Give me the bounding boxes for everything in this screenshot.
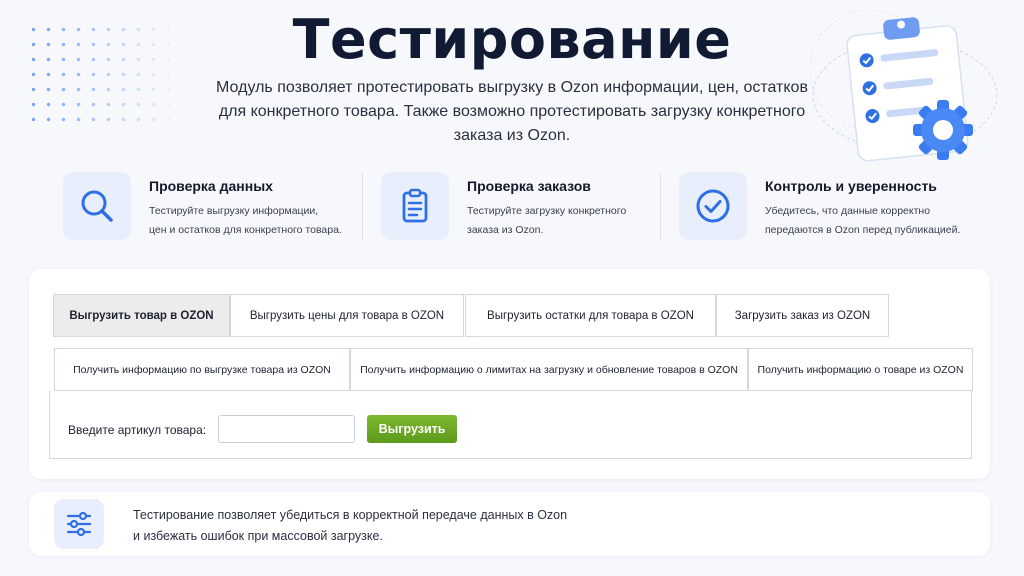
feature-description: Убедитесь, что данные корректно передаютс… [765, 205, 961, 236]
search-icon [63, 172, 131, 240]
tab-upload-stock[interactable]: Выгрузить остатки для товара в OZON [465, 294, 716, 337]
tab-upload-product[interactable]: Выгрузить товар в OZON [53, 294, 230, 337]
feature-data-check: Проверка данных Тестируйте выгрузку инфо… [63, 172, 342, 242]
tab-upload-info[interactable]: Получить информацию по выгрузке товара и… [54, 348, 350, 391]
upload-button[interactable]: Выгрузить [367, 415, 457, 443]
tab-upload-prices[interactable]: Выгрузить цены для товара в OZON [230, 294, 464, 337]
page-subtitle: Модуль позволяет протестировать выгрузку… [216, 79, 808, 144]
check-circle-icon [679, 172, 747, 240]
article-label: Введите артикул товара: [68, 423, 207, 437]
feature-title: Контроль и уверенность [765, 178, 937, 194]
clipboard-gear-illustration [810, 10, 998, 162]
tab-limits-info[interactable]: Получить информацию о лимитах на загрузк… [350, 348, 748, 391]
tab-product-info[interactable]: Получить информацию о товаре из OZON [748, 348, 973, 391]
feature-control: Контроль и уверенность Убедитесь, что да… [679, 172, 960, 242]
sliders-icon [54, 499, 104, 549]
feature-divider [362, 173, 363, 241]
tab-load-order[interactable]: Загрузить заказ из OZON [716, 294, 889, 337]
article-input[interactable] [218, 415, 355, 443]
info-text: Тестирование позволяет убедиться в корре… [133, 508, 568, 543]
feature-order-check: Проверка заказов Тестируйте загрузку кон… [381, 172, 626, 242]
feature-description: Тестируйте выгрузку информации, цен и ост… [149, 205, 342, 236]
feature-title: Проверка заказов [467, 178, 591, 194]
feature-description: Тестируйте загрузку конкретного заказа из… [467, 205, 627, 236]
feature-title: Проверка данных [149, 178, 273, 194]
clipboard-icon [381, 172, 449, 240]
feature-divider [660, 173, 661, 241]
